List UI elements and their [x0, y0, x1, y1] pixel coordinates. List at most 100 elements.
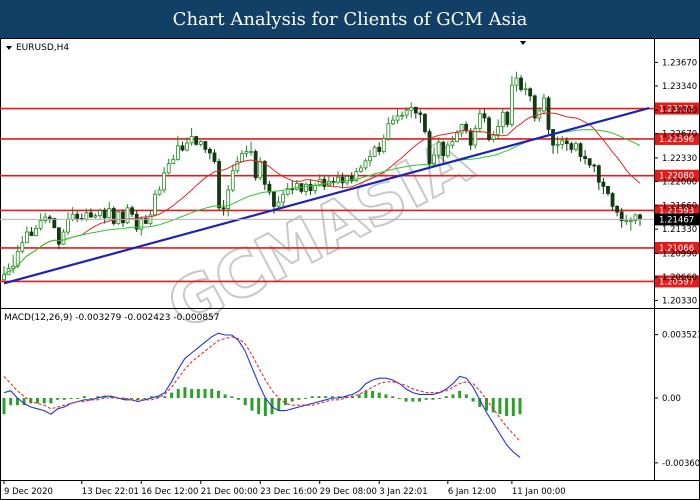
candle-body — [171, 158, 176, 165]
candle-body — [628, 220, 633, 223]
candle-body — [569, 143, 574, 150]
macd-histogram-bar — [391, 396, 395, 398]
macd-histogram-bar — [56, 398, 60, 400]
macd-histogram-bar — [304, 398, 308, 399]
price-tick-label: 1.22330 — [662, 154, 697, 164]
candle-body — [418, 112, 423, 115]
chart-banner: Chart Analysis for Clients of GCM Asia — [0, 0, 700, 38]
candle-body — [404, 109, 409, 116]
candle-body — [157, 189, 162, 195]
candle-body — [249, 151, 253, 153]
macd-histogram-bar — [377, 392, 381, 398]
macd-histogram-bar — [451, 394, 455, 398]
macd-histogram-bar — [196, 389, 200, 398]
price-tick-label: 1.23000 — [662, 106, 697, 116]
macd-histogram-bar — [69, 398, 73, 399]
candle-body — [281, 193, 286, 203]
macd-histogram-bar — [183, 387, 187, 398]
candle-body — [455, 132, 459, 142]
macd-histogram-bar — [250, 398, 254, 411]
candle-body — [24, 231, 29, 244]
macd-histogram-bar — [129, 398, 133, 399]
candle-body — [523, 88, 528, 91]
candle-body — [468, 130, 473, 146]
candle-body — [519, 77, 523, 90]
macd-tick-label: -0.003603 — [662, 459, 700, 469]
macd-histogram-bar — [458, 390, 462, 398]
banner-title: Chart Analysis for Clients of GCM Asia — [172, 8, 528, 30]
macd-histogram-bar — [444, 396, 448, 398]
macd-tick-label: 0.003521 — [662, 331, 700, 341]
candle-body — [340, 176, 345, 184]
candle-body — [363, 160, 368, 169]
macd-histogram-bar — [62, 398, 66, 400]
time-tick-label: 29 Dec 08:00 — [320, 487, 377, 497]
macd-histogram-bar — [518, 398, 522, 415]
candle-body — [230, 170, 235, 191]
price-tick-label: 1.20660 — [662, 273, 697, 283]
candle-body — [175, 145, 180, 160]
candle-body — [130, 207, 135, 215]
candle-body — [409, 106, 414, 111]
macd-histogram-bar — [49, 398, 53, 404]
candle-body — [258, 161, 263, 179]
macd-histogram-bar — [438, 398, 442, 399]
candle-body — [34, 228, 38, 236]
candle-body — [358, 167, 363, 172]
macd-histogram-bar — [243, 398, 247, 406]
candle-body — [38, 220, 43, 229]
candle-body — [240, 153, 244, 162]
candle-body — [75, 213, 80, 219]
candle-body — [487, 117, 491, 140]
candle-body — [391, 119, 395, 125]
candle-body — [546, 97, 551, 130]
time-tick-label: 3 Jan 22:01 — [379, 487, 427, 497]
candle-body — [509, 84, 514, 125]
candle-body — [377, 146, 382, 152]
candle-body — [441, 141, 446, 157]
price-tick-label: 1.22670 — [662, 130, 697, 140]
macd-histogram-bar — [464, 394, 468, 398]
candle-body — [180, 145, 185, 151]
candle-body — [624, 220, 629, 223]
candle-body — [400, 114, 404, 117]
macd-histogram-bar — [170, 392, 174, 398]
macd-histogram-bar — [9, 398, 13, 406]
candle-body — [111, 208, 116, 224]
price-chart[interactable]: GCMASIA 1.230231.225961.220801.215931.21… — [0, 38, 700, 500]
candle-body — [116, 211, 121, 224]
macd-histogram-bar — [511, 398, 515, 416]
candle-body — [70, 213, 75, 220]
candle-body — [505, 111, 510, 125]
candle-body — [66, 218, 70, 233]
time-tick-label: 11 Jan 00:00 — [512, 487, 566, 497]
candle-body — [47, 216, 52, 219]
candle-body — [207, 148, 212, 154]
candle-body — [542, 97, 546, 112]
current-price-label: 1.21467 — [659, 215, 694, 225]
candle-body — [43, 216, 48, 222]
candle-body — [2, 274, 6, 281]
macd-histogram-bar — [76, 398, 80, 399]
price-tick-label: 1.22000 — [662, 177, 697, 187]
candle-body — [212, 152, 217, 162]
candle-body — [166, 163, 171, 174]
candle-body — [61, 231, 66, 245]
candle-body — [583, 156, 587, 160]
candle-body — [514, 77, 519, 86]
macd-histogram-bar — [290, 398, 294, 402]
candle-body — [194, 136, 199, 145]
time-tick-label: 21 Dec 00:00 — [201, 487, 258, 497]
macd-histogram-bar — [384, 394, 388, 398]
candle-body — [304, 183, 308, 192]
macd-histogram-bar — [371, 390, 375, 398]
candle-body — [153, 193, 157, 216]
candle-body — [532, 95, 537, 119]
candle-body — [57, 227, 61, 245]
macd-histogram-bar — [42, 398, 46, 404]
candle-body — [551, 129, 555, 146]
macd-tick-label: 0.00 — [662, 394, 681, 404]
candle-body — [592, 164, 597, 167]
macd-histogram-bar — [364, 390, 368, 398]
candle-body — [638, 214, 642, 220]
